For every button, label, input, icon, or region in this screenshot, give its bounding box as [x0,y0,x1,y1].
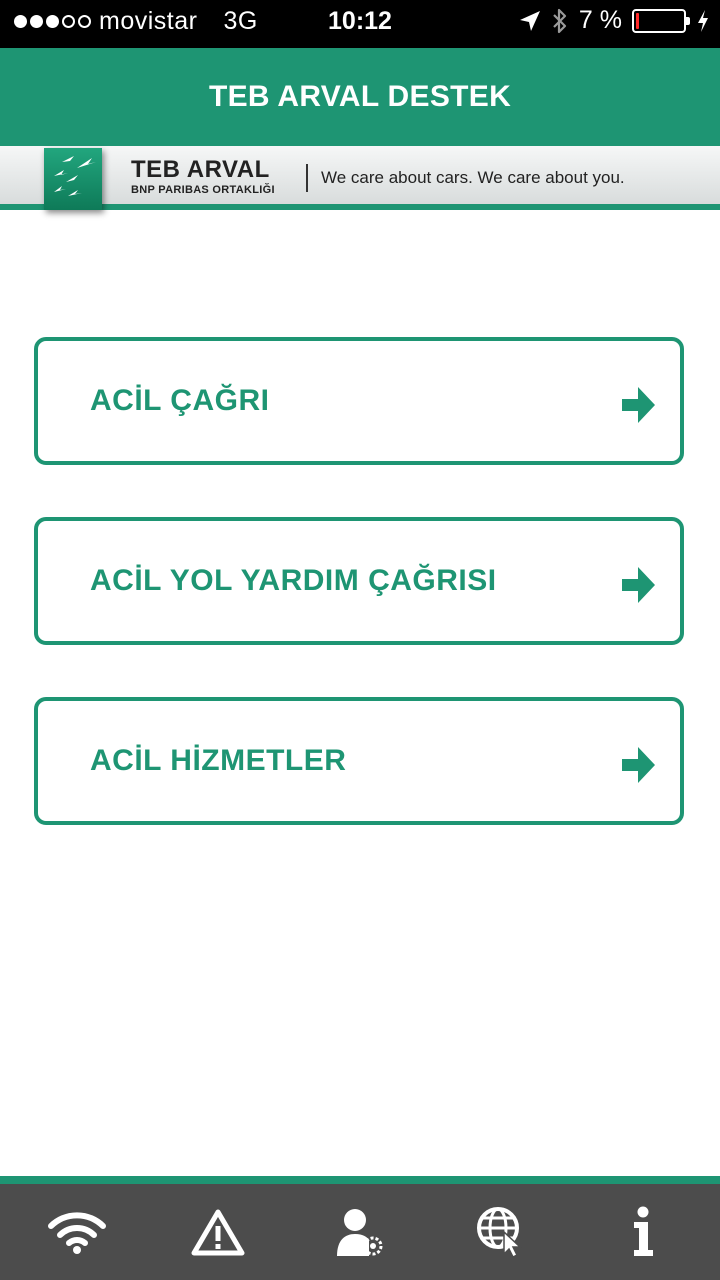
battery-percentage: 7 % [578,6,622,34]
menu-item-label: ACİL HİZMETLER [90,744,347,777]
tab-wifi[interactable] [42,1197,112,1267]
status-bar: movistar 3G 10:12 7 % [0,0,720,48]
arrow-right-icon [622,747,655,783]
info-icon [634,1206,654,1256]
brand-name: TEB ARVAL [131,156,270,183]
arrow-right-icon [622,387,655,423]
battery-icon [632,8,690,33]
tab-warning[interactable] [183,1197,253,1267]
location-arrow-icon [519,10,540,31]
menu-item-label: ACİL YOL YARDIM ÇAĞRISI [90,564,497,597]
app-screen: movistar 3G 10:12 7 % TEB ARVAL DESTEK T… [0,0,720,1280]
globe-cursor-icon [476,1207,522,1258]
brand-tagline: We care about cars. We care about you. [321,168,625,187]
tab-account[interactable] [325,1197,395,1267]
tab-bar [0,1176,720,1280]
brand-divider [306,164,308,192]
brand-subtitle: BNP PARIBAS ORTAKLIĞI [131,184,275,196]
status-left: movistar 3G [14,7,258,36]
menu-item-label: ACİL ÇAĞRI [90,384,270,417]
network-type: 3G [223,7,258,35]
tab-web[interactable] [467,1197,537,1267]
user-settings-icon [336,1209,383,1256]
status-right: 7 % [519,6,710,35]
teb-arval-logo-icon [44,148,102,210]
title-bar: TEB ARVAL DESTEK [0,48,720,146]
carrier-name: movistar [99,7,198,35]
charging-bolt-icon [698,9,708,32]
page-title: TEB ARVAL DESTEK [208,80,512,113]
warning-icon [191,1209,245,1256]
wifi-icon [47,1212,106,1254]
battery-level [636,12,639,29]
roadside-assistance-call-button[interactable]: ACİL YOL YARDIM ÇAĞRISI [34,517,684,645]
signal-strength-icon [14,15,91,28]
arrow-right-icon [622,567,655,603]
brand-banner: TEB ARVAL BNP PARIBAS ORTAKLIĞI We care … [0,146,720,210]
tab-info[interactable] [608,1197,678,1267]
bluetooth-icon [553,8,567,33]
emergency-call-button[interactable]: ACİL ÇAĞRI [34,337,684,465]
emergency-services-button[interactable]: ACİL HİZMETLER [34,697,684,825]
